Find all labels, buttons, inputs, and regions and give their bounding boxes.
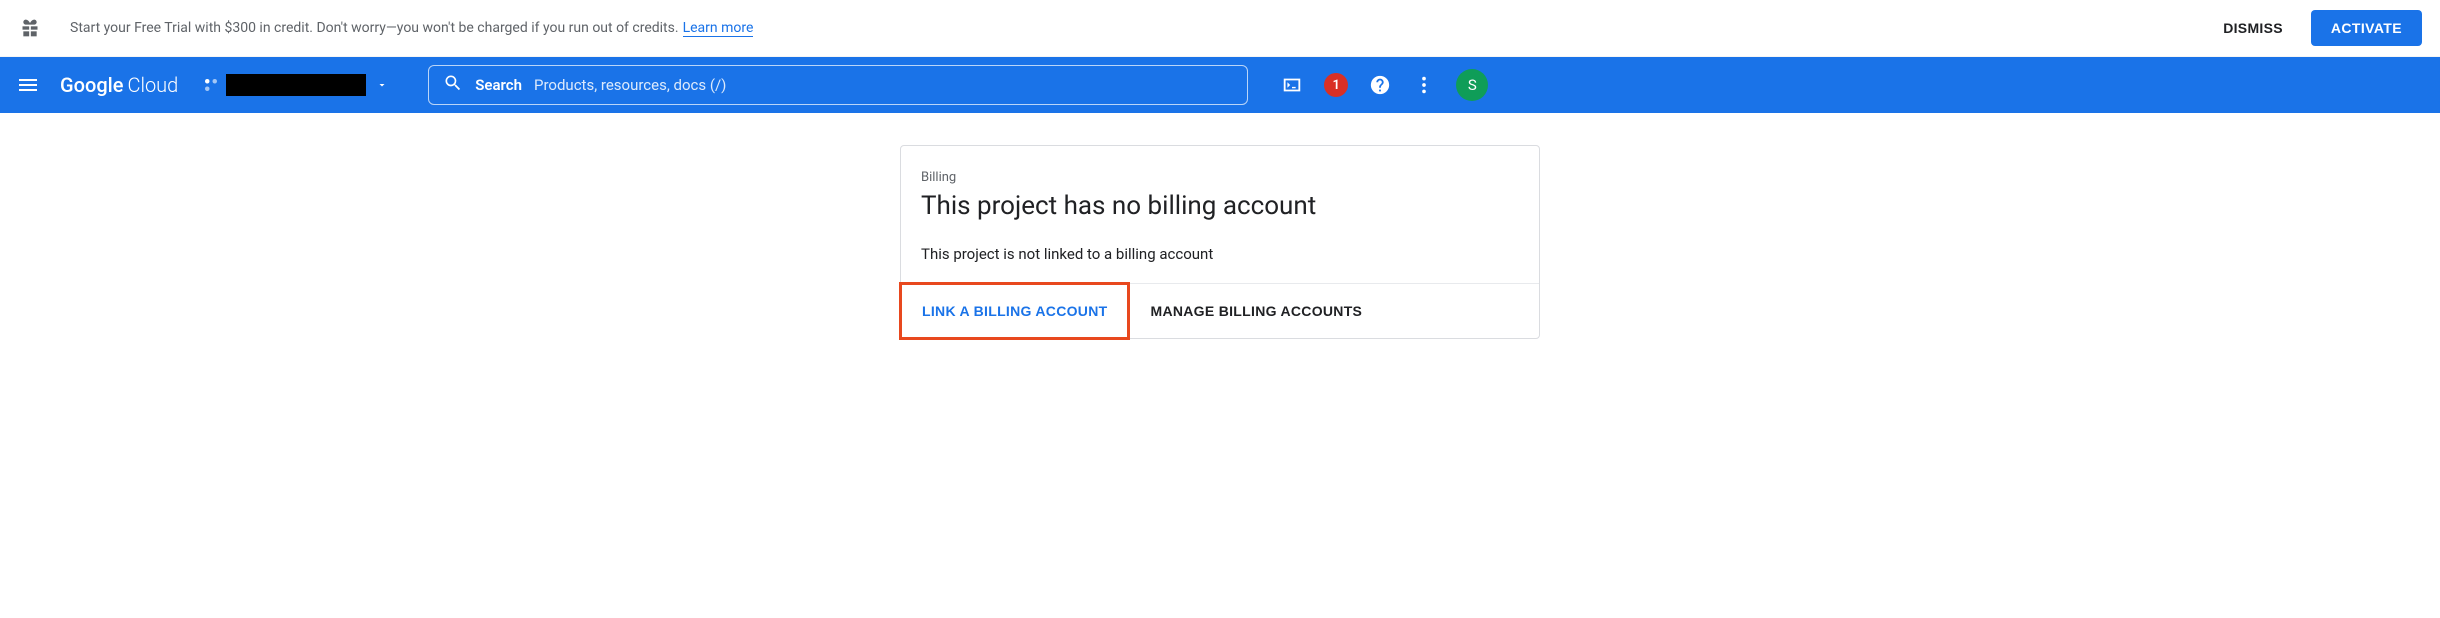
logo-bold: Google [60, 73, 123, 97]
link-billing-account-button[interactable]: LINK A BILLING ACCOUNT [899, 282, 1130, 340]
top-nav: Google Cloud Search Products, resources,… [0, 57, 2440, 113]
promo-text: Start your Free Trial with $300 in credi… [70, 20, 679, 36]
card-title: This project has no billing account [921, 191, 1519, 221]
logo[interactable]: Google Cloud [60, 73, 178, 97]
avatar[interactable]: S [1456, 69, 1488, 101]
main-area: Billing This project has no billing acco… [0, 113, 2440, 339]
card-description: This project is not linked to a billing … [921, 245, 1519, 263]
search-icon [443, 73, 463, 97]
chevron-down-icon [376, 76, 388, 95]
project-dots-icon [202, 76, 220, 94]
promo-banner: Start your Free Trial with $300 in credi… [0, 0, 2440, 57]
logo-light: Cloud [127, 73, 178, 97]
help-icon[interactable] [1368, 73, 1392, 97]
menu-icon[interactable] [16, 73, 40, 97]
cloud-shell-icon[interactable] [1280, 73, 1304, 97]
project-selector[interactable] [202, 74, 388, 96]
activate-button[interactable]: ACTIVATE [2311, 10, 2422, 46]
search-label: Search [475, 76, 522, 94]
project-name-redacted [226, 74, 366, 96]
learn-more-link[interactable]: Learn more [683, 20, 754, 37]
search-bar[interactable]: Search Products, resources, docs (/) [428, 65, 1248, 105]
gift-icon [18, 16, 42, 40]
billing-card: Billing This project has no billing acco… [900, 145, 1540, 339]
card-label: Billing [921, 170, 1519, 185]
card-actions: LINK A BILLING ACCOUNT MANAGE BILLING AC… [901, 283, 1539, 338]
nav-right: 1 S [1280, 69, 1488, 101]
more-icon[interactable] [1412, 73, 1436, 97]
manage-billing-accounts-button[interactable]: MANAGE BILLING ACCOUNTS [1130, 284, 1382, 338]
search-placeholder: Products, resources, docs (/) [534, 76, 726, 94]
notification-badge[interactable]: 1 [1324, 73, 1348, 97]
card-body: Billing This project has no billing acco… [901, 146, 1539, 283]
dismiss-button[interactable]: DISMISS [2211, 12, 2295, 44]
